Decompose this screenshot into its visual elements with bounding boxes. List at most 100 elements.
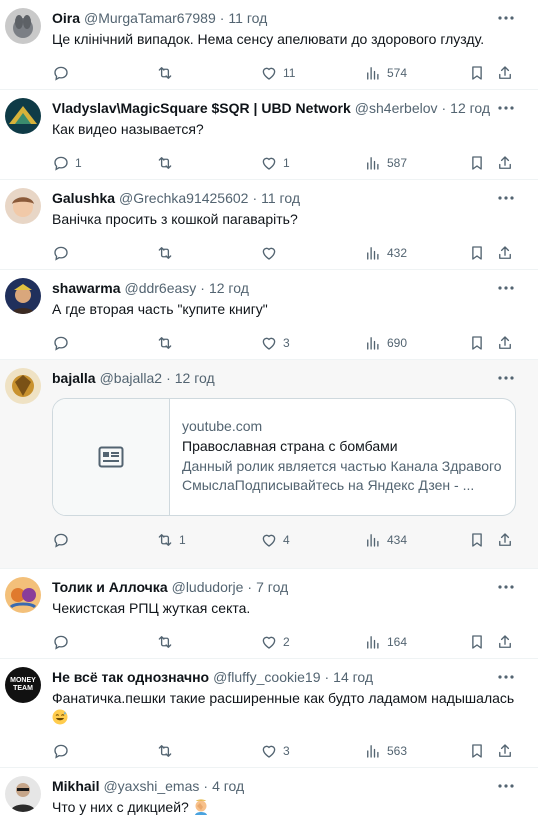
reply-button[interactable] — [52, 742, 156, 760]
avatar[interactable] — [5, 776, 41, 812]
retweet-button[interactable]: 1 — [156, 531, 260, 549]
retweet-button[interactable] — [156, 633, 260, 651]
timestamp[interactable]: 4 год — [212, 778, 244, 794]
views-button[interactable]: 164 — [364, 633, 468, 651]
share-button[interactable] — [496, 742, 516, 760]
reply-tweet[interactable]: MONEY TEAM Не всё так однозначно @fluffy… — [0, 659, 538, 768]
bookmark-button[interactable] — [468, 633, 496, 651]
username[interactable]: @yaxshi_emas — [103, 778, 199, 794]
reply-tweet[interactable]: Толик и Аллочка @lududorje · 7 год Чекис… — [0, 569, 538, 659]
more-options-icon[interactable] — [496, 669, 516, 685]
more-options-icon[interactable] — [496, 579, 516, 595]
avatar[interactable] — [5, 577, 41, 613]
views-button[interactable]: 563 — [364, 742, 468, 760]
display-name[interactable]: Galushka — [52, 190, 115, 206]
display-name[interactable]: Не всё так однозначно — [52, 669, 209, 685]
share-button[interactable] — [496, 64, 516, 82]
sweat-smile-emoji — [52, 709, 68, 725]
like-button[interactable]: 11 — [260, 64, 364, 82]
display-name[interactable]: Oira — [52, 10, 80, 26]
timestamp[interactable]: 12 год — [209, 280, 249, 296]
timestamp[interactable]: 14 год — [333, 669, 373, 685]
share-button[interactable] — [496, 633, 516, 651]
share-button[interactable] — [496, 244, 516, 262]
reply-tweet[interactable]: Galushka @Grechka91425602 · 11 год Ваніч… — [0, 180, 538, 270]
bookmark-button[interactable] — [468, 64, 496, 82]
heart-icon — [262, 157, 276, 170]
more-options-icon[interactable] — [496, 190, 516, 206]
views-button[interactable]: 690 — [364, 334, 468, 352]
bookmark-button[interactable] — [468, 531, 496, 549]
views-button[interactable]: 574 — [364, 64, 468, 82]
share-button[interactable] — [496, 334, 516, 352]
username[interactable]: @MurgaTamar67989 — [84, 10, 216, 26]
display-name[interactable]: Mikhail — [52, 778, 99, 794]
retweet-button[interactable] — [156, 64, 260, 82]
more-options-icon[interactable] — [496, 370, 516, 386]
retweet-button[interactable] — [156, 244, 260, 262]
username[interactable]: @bajalla2 — [100, 370, 162, 386]
reply-button[interactable] — [52, 244, 156, 262]
link-preview-card[interactable]: youtube.com Православная страна с бомбам… — [52, 398, 516, 516]
like-button[interactable]: 1 — [260, 154, 364, 172]
display-name[interactable]: bajalla — [52, 370, 96, 386]
reply-button[interactable] — [52, 531, 156, 549]
avatar[interactable] — [5, 278, 41, 314]
bookmark-button[interactable] — [468, 742, 496, 760]
heart-icon — [262, 534, 276, 547]
bookmark-icon — [472, 336, 482, 350]
more-options-icon[interactable] — [496, 100, 516, 116]
share-button[interactable] — [496, 531, 516, 549]
display-name[interactable]: Vladyslav\MagicSquare $SQR | UBD Network — [52, 100, 351, 116]
action-bar: 1 1 587 — [52, 145, 530, 181]
avatar[interactable]: MONEY TEAM — [5, 667, 41, 703]
more-options-icon[interactable] — [496, 280, 516, 296]
timestamp[interactable]: 12 год — [450, 100, 490, 116]
share-button[interactable] — [496, 154, 516, 172]
avatar[interactable] — [5, 368, 41, 404]
reply-tweet[interactable]: Oira @MurgaTamar67989 · 11 год Це клініч… — [0, 0, 538, 90]
like-count: 3 — [283, 744, 290, 758]
views-button[interactable]: 432 — [364, 244, 468, 262]
username[interactable]: @ddr6easy — [124, 280, 196, 296]
username[interactable]: @fluffy_cookie19 — [213, 669, 320, 685]
timestamp[interactable]: 11 год — [228, 10, 267, 26]
bookmark-button[interactable] — [468, 244, 496, 262]
replies-feed: Oira @MurgaTamar67989 · 11 год Це клініч… — [0, 0, 538, 836]
reply-button[interactable]: 1 — [52, 154, 156, 172]
timestamp[interactable]: 12 год — [175, 370, 215, 386]
like-button[interactable]: 4 — [260, 531, 364, 549]
reply-tweet[interactable]: Vladyslav\MagicSquare $SQR | UBD Network… — [0, 90, 538, 180]
like-button[interactable] — [260, 244, 364, 262]
avatar[interactable] — [5, 188, 41, 224]
reply-button[interactable] — [52, 633, 156, 651]
share-icon — [499, 66, 511, 79]
display-name[interactable]: Толик и Аллочка — [52, 579, 168, 595]
avatar[interactable] — [5, 98, 41, 134]
retweet-button[interactable] — [156, 334, 260, 352]
avatar[interactable] — [5, 8, 41, 44]
reply-button[interactable] — [52, 64, 156, 82]
like-button[interactable]: 3 — [260, 334, 364, 352]
timestamp[interactable]: 11 год — [261, 190, 300, 206]
reply-tweet[interactable]: shawarma @ddr6easy · 12 год А где вторая… — [0, 270, 538, 360]
like-button[interactable]: 2 — [260, 633, 364, 651]
tweet-text-body: Фанатичка.пешки такие расширенные как бу… — [52, 690, 515, 706]
more-options-icon[interactable] — [496, 778, 516, 794]
bookmark-button[interactable] — [468, 154, 496, 172]
timestamp[interactable]: 7 год — [256, 579, 288, 595]
username[interactable]: @Grechka91425602 — [119, 190, 248, 206]
reply-tweet[interactable]: bajalla @bajalla2 · 12 год youtube.com П… — [0, 360, 538, 569]
display-name[interactable]: shawarma — [52, 280, 120, 296]
reply-tweet[interactable]: Mikhail @yaxshi_emas · 4 год Что у них с… — [0, 768, 538, 836]
views-button[interactable]: 587 — [364, 154, 468, 172]
username[interactable]: @sh4erbelov — [355, 100, 438, 116]
views-button[interactable]: 434 — [364, 531, 468, 549]
bookmark-button[interactable] — [468, 334, 496, 352]
more-options-icon[interactable] — [496, 10, 516, 26]
reply-button[interactable] — [52, 334, 156, 352]
username[interactable]: @lududorje — [172, 579, 244, 595]
like-button[interactable]: 3 — [260, 742, 364, 760]
retweet-button[interactable] — [156, 154, 260, 172]
retweet-button[interactable] — [156, 742, 260, 760]
